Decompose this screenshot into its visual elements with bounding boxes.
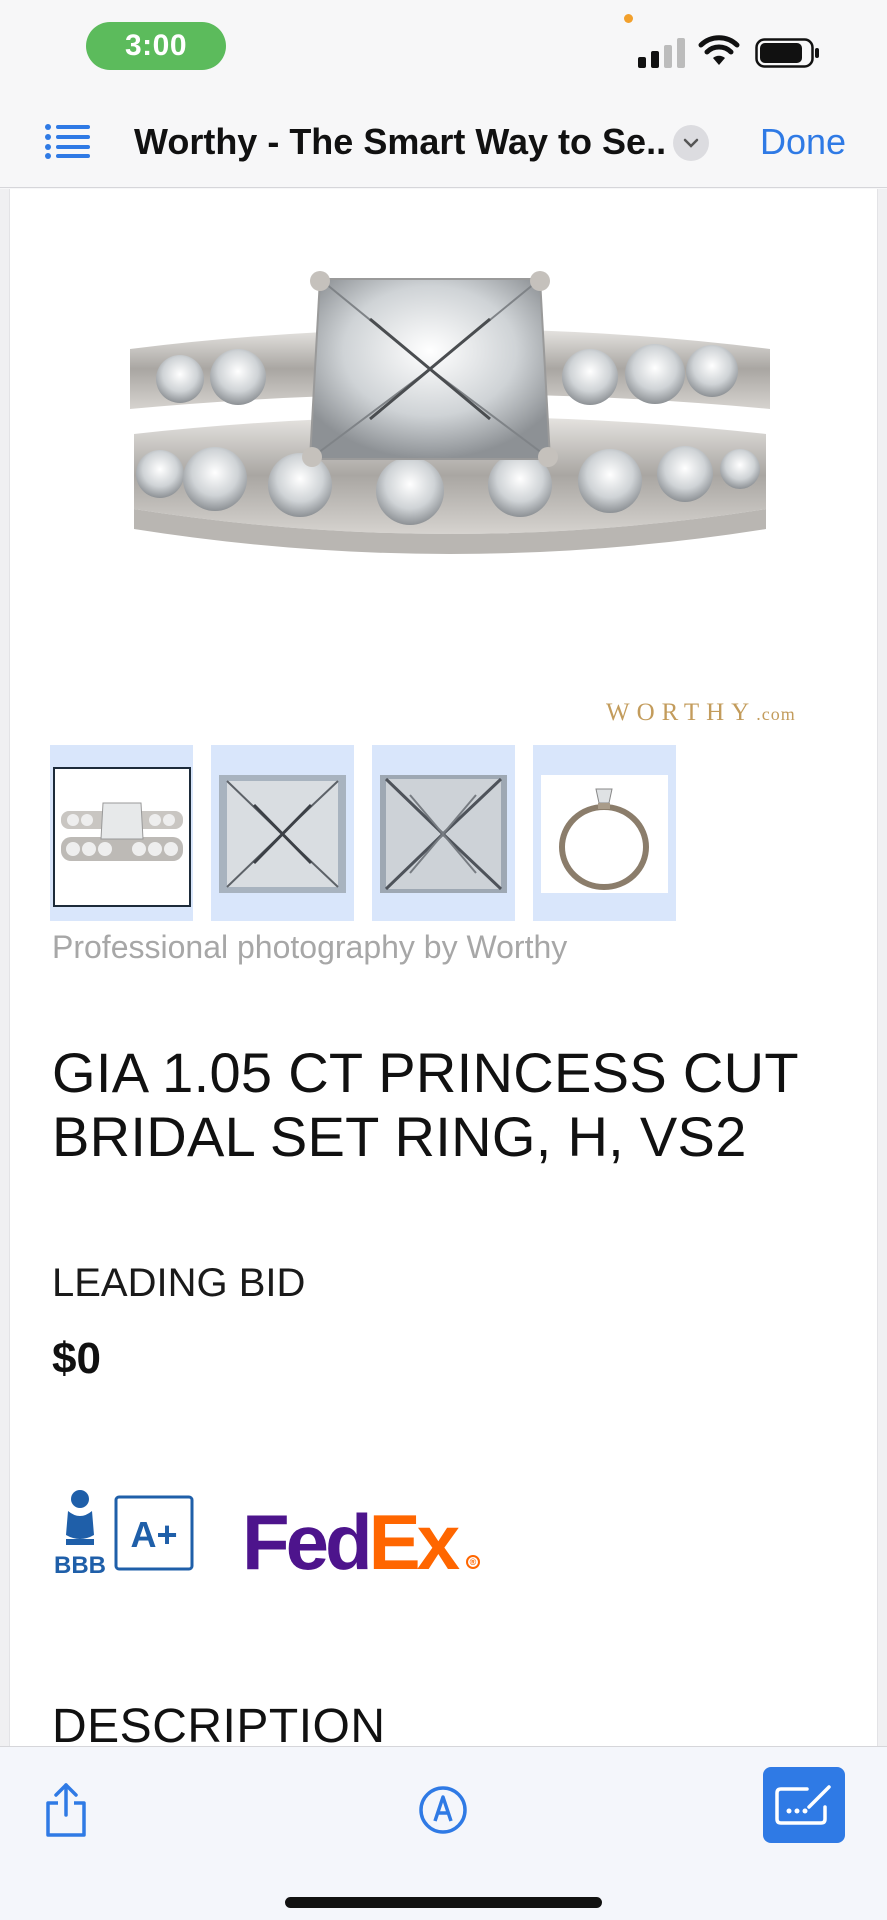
photo-caption: Professional photography by Worthy <box>52 929 568 965</box>
done-button[interactable]: Done <box>760 121 846 163</box>
battery-icon <box>755 38 819 68</box>
navigation-bar: Worthy - The Smart Way to Se... Done <box>0 95 887 188</box>
screen: 3:00 Worthy - The Smart Way to Se... Don… <box>0 0 887 1920</box>
gem-detail-thumbnail-image <box>380 775 507 893</box>
markup-icon[interactable] <box>418 1785 468 1835</box>
compose-button[interactable] <box>763 1767 845 1843</box>
solitaire-thumbnail-image <box>559 788 649 890</box>
fedex-fed-text: Fed <box>242 1498 373 1586</box>
home-indicator[interactable] <box>285 1897 602 1908</box>
description-heading: DESCRIPTION <box>52 1700 386 1746</box>
leading-bid-label: LEADING BID <box>52 1261 306 1305</box>
product-title: GIA 1.05 CT PRINCESS CUT BRIDAL SET RING… <box>52 1041 798 1168</box>
bbb-rating-badge[interactable]: BBB A+ <box>48 1487 198 1579</box>
fedex-logo[interactable]: FedEx ® <box>242 1497 480 1588</box>
gem-top-thumbnail-image <box>219 775 346 893</box>
title-menu-button[interactable] <box>673 125 709 161</box>
page-left-edge <box>0 189 10 1746</box>
thumbnail-princess-top[interactable] <box>211 745 354 921</box>
page-right-edge <box>877 189 887 1746</box>
status-bar: 3:00 <box>0 0 887 95</box>
thumbnail-ring-front[interactable] <box>50 745 193 921</box>
thumbnail-strip <box>50 745 690 923</box>
list-icon[interactable] <box>44 123 92 159</box>
wifi-icon <box>698 35 740 65</box>
ring-thumbnail-image <box>61 802 183 861</box>
thumbnail-princess-detail[interactable] <box>372 745 515 921</box>
bbb-rating-text: A+ <box>130 1514 177 1555</box>
registered-mark-icon: ® <box>466 1555 480 1569</box>
worthy-watermark: WORTHY.com <box>606 699 796 726</box>
fedex-ex-text: Ex <box>368 1498 460 1586</box>
share-icon[interactable] <box>44 1781 88 1837</box>
privacy-indicator-dot <box>624 14 633 23</box>
page-title: Worthy - The Smart Way to Se... <box>134 121 664 162</box>
status-time: 3:00 <box>86 22 226 70</box>
cellular-signal-icon <box>638 36 686 68</box>
product-main-image[interactable] <box>120 259 780 619</box>
chevron-down-icon <box>683 138 699 148</box>
bbb-text: BBB <box>54 1552 106 1579</box>
thumbnail-ring-side[interactable] <box>533 745 676 921</box>
leading-bid-value: $0 <box>52 1334 101 1383</box>
compose-icon <box>775 1785 831 1825</box>
bottom-toolbar <box>0 1746 887 1920</box>
web-content: WORTHY.com Professional photography by W… <box>10 189 877 1746</box>
